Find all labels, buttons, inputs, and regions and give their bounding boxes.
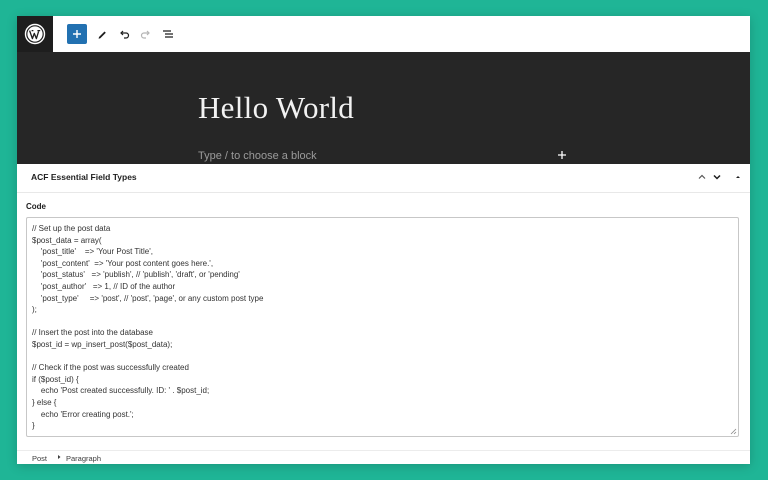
move-down-button[interactable] xyxy=(710,170,724,184)
block-inserter-button[interactable] xyxy=(555,148,569,162)
breadcrumb-item-post[interactable]: Post xyxy=(32,454,47,463)
tools-button[interactable] xyxy=(92,24,112,44)
redo-icon xyxy=(140,30,150,39)
toggle-panel-button[interactable] xyxy=(731,170,745,184)
wordpress-logo-icon[interactable] xyxy=(17,16,53,52)
editor-window: Hello World Type / to choose a block ACF… xyxy=(17,16,750,464)
undo-button[interactable] xyxy=(114,24,134,44)
chevron-up-icon xyxy=(698,174,706,179)
chevron-down-icon xyxy=(713,174,721,180)
add-block-button[interactable] xyxy=(67,24,87,44)
redo-button[interactable] xyxy=(136,24,156,44)
code-textarea[interactable]: // Set up the post data $post_data = arr… xyxy=(26,217,739,437)
list-view-button[interactable] xyxy=(158,24,178,44)
code-field-label: Code xyxy=(26,202,46,211)
resize-handle-icon[interactable] xyxy=(729,427,737,435)
chevron-right-icon xyxy=(58,455,61,459)
breadcrumb: Post Paragraph xyxy=(17,450,750,464)
move-up-button[interactable] xyxy=(695,170,709,184)
block-placeholder[interactable]: Type / to choose a block xyxy=(198,150,317,162)
breadcrumb-item-paragraph[interactable]: Paragraph xyxy=(66,454,101,463)
meta-box-title: ACF Essential Field Types xyxy=(31,172,137,182)
plus-icon xyxy=(73,30,81,38)
plus-icon xyxy=(558,151,566,159)
code-content[interactable]: // Set up the post data $post_data = arr… xyxy=(32,223,733,432)
list-view-icon xyxy=(163,30,173,38)
meta-box-header: ACF Essential Field Types xyxy=(17,164,750,193)
top-toolbar xyxy=(17,16,750,52)
post-title[interactable]: Hello World xyxy=(198,90,354,126)
pencil-icon xyxy=(98,31,106,39)
undo-icon xyxy=(120,30,130,39)
editor-canvas: Hello World Type / to choose a block xyxy=(17,52,750,164)
caret-up-icon xyxy=(736,176,740,178)
